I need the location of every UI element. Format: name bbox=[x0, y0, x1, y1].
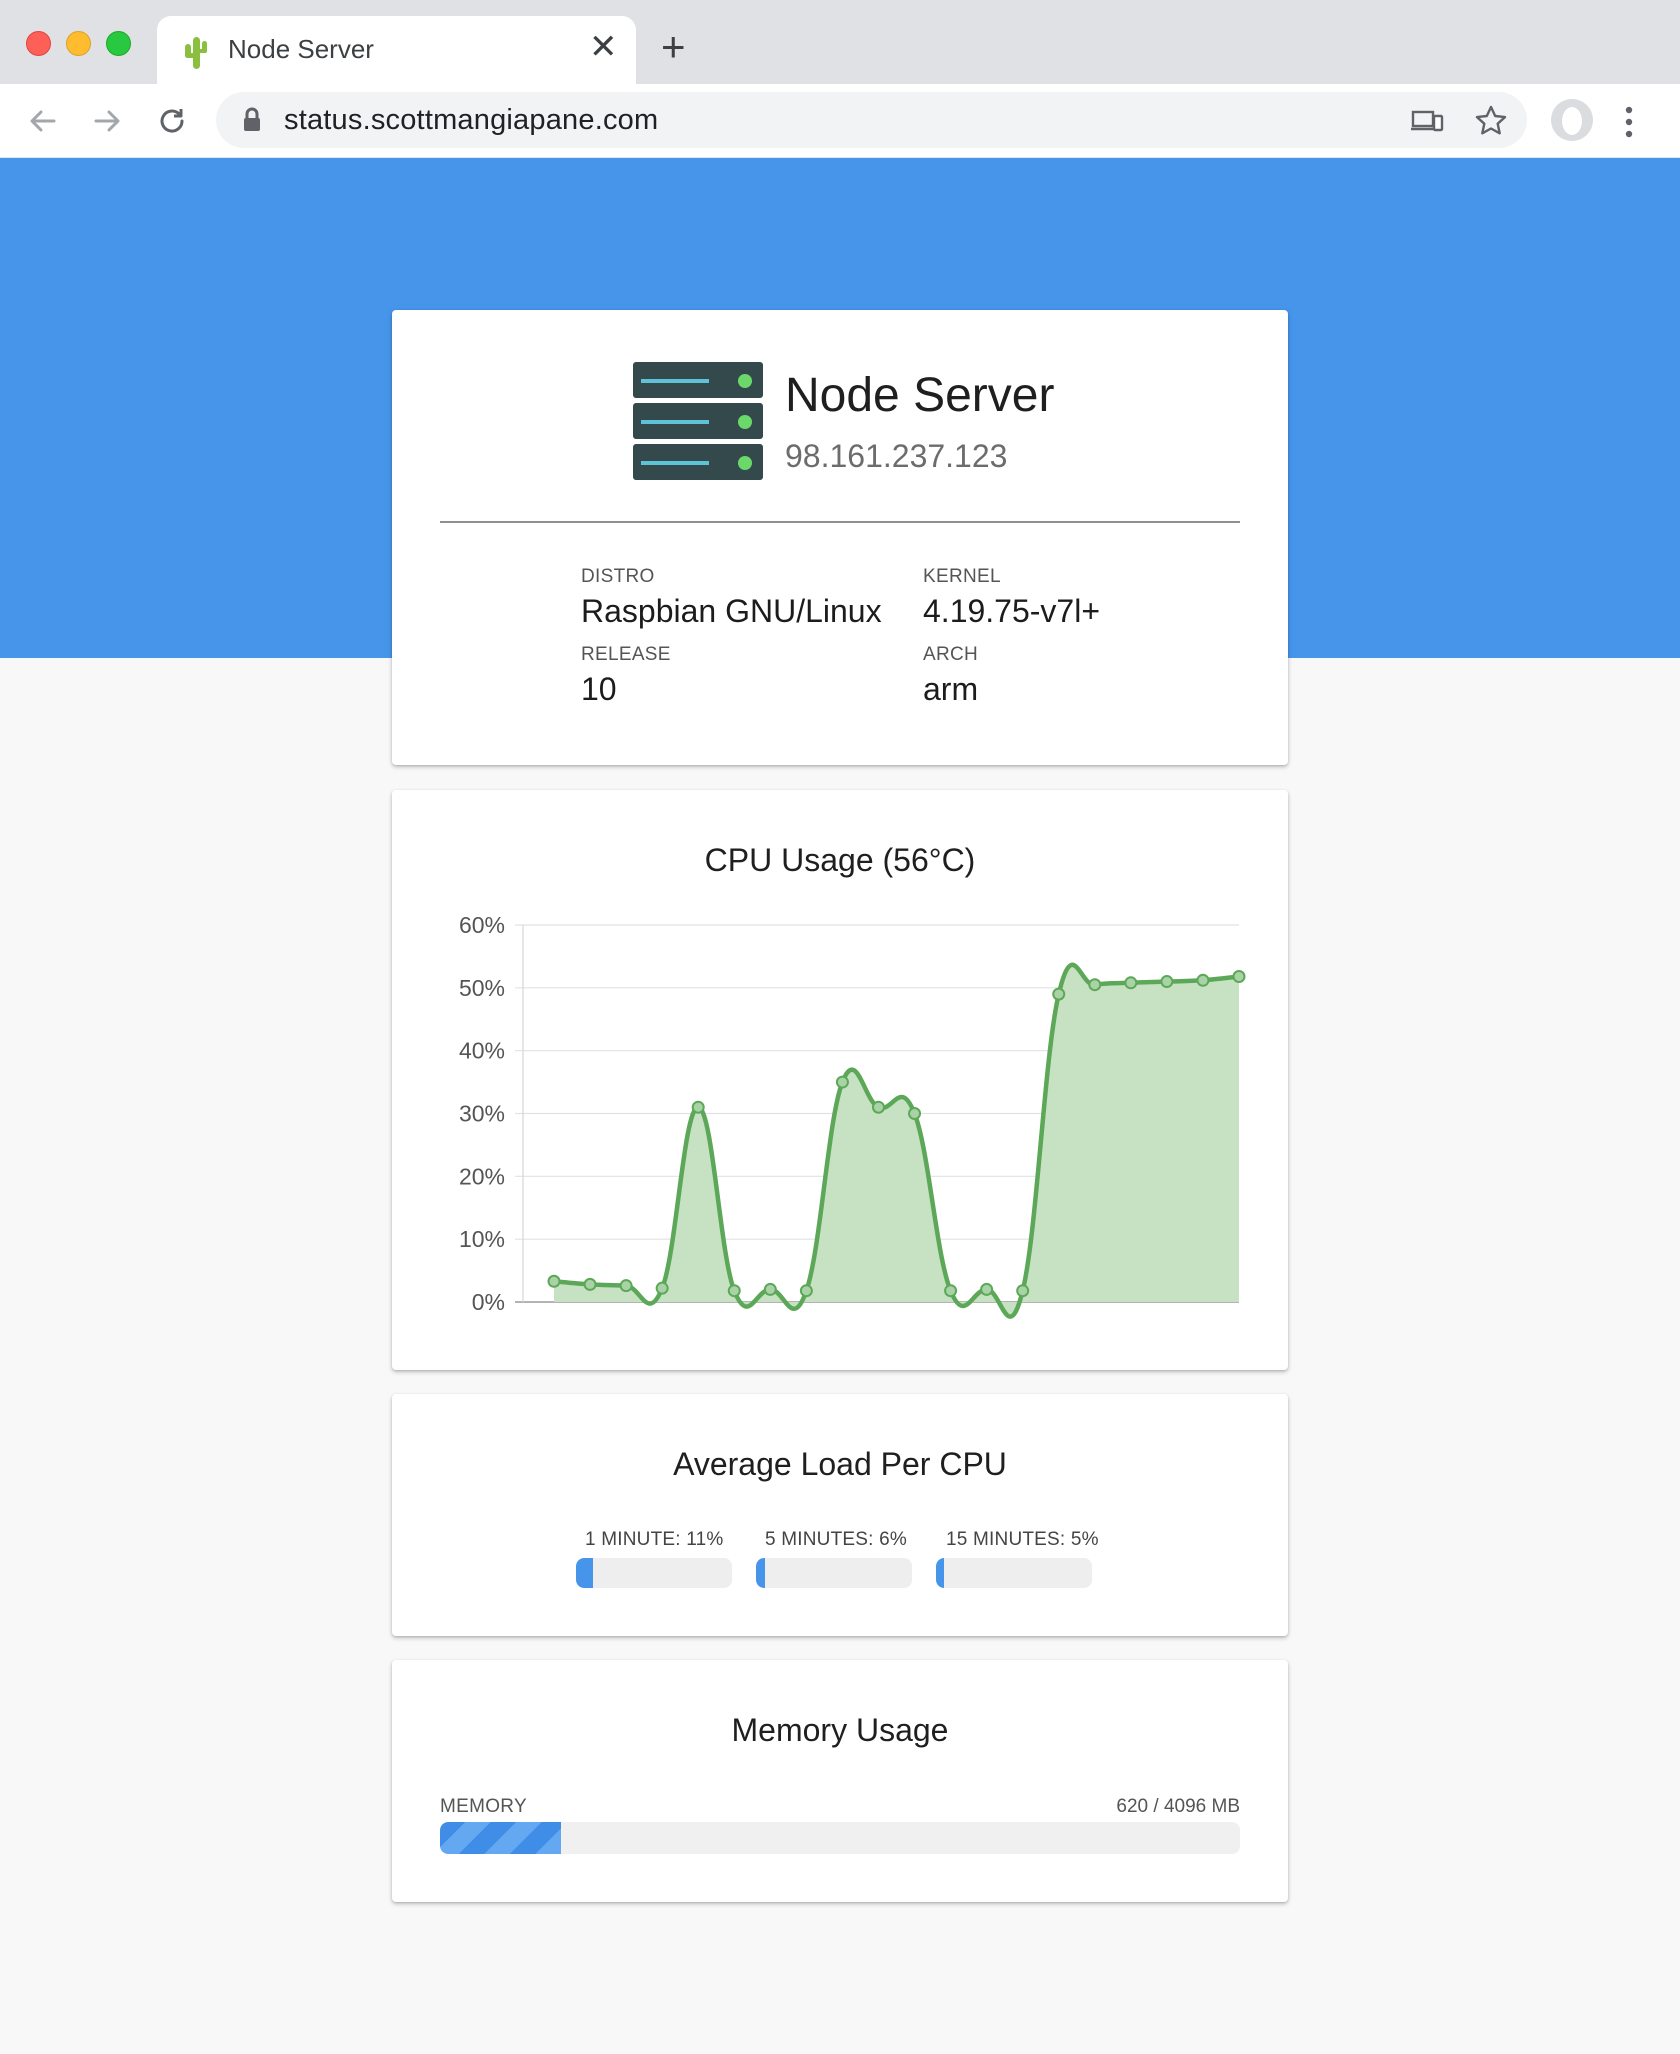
browser-tab[interactable]: Node Server ✕ bbox=[157, 16, 636, 84]
cpu-usage-chart: 0% 10% 20% 30% 40% 50% 60% bbox=[459, 912, 1246, 1319]
arch-value: arm bbox=[923, 671, 979, 707]
cpu-data-point bbox=[1160, 975, 1174, 989]
memory-value: 620 / 4096 MB bbox=[1116, 1796, 1240, 1817]
arch-label: ARCH bbox=[923, 644, 979, 665]
cpu-data-point bbox=[1196, 973, 1210, 987]
release-value: 10 bbox=[581, 671, 617, 707]
browser-tab-bar: Node Server ✕ + bbox=[0, 0, 1680, 84]
browser-toolbar: status.scottmangiapane.com bbox=[0, 84, 1680, 158]
y-tick-label: 60% bbox=[459, 912, 505, 938]
cpu-data-point bbox=[727, 1284, 741, 1298]
cpu-data-point bbox=[1232, 970, 1246, 984]
memory-usage-card: Memory Usage MEMORY 620 / 4096 MB bbox=[392, 1660, 1288, 1902]
load-1min-label: 1 MINUTE: 11% bbox=[585, 1529, 724, 1550]
cpu-data-point bbox=[980, 1282, 994, 1296]
cpu-data-point bbox=[835, 1075, 849, 1089]
distro-value: Raspbian GNU/Linux bbox=[581, 593, 882, 629]
load-15min-label: 15 MINUTES: 5% bbox=[946, 1529, 1099, 1550]
load-1min-fill bbox=[576, 1558, 594, 1588]
average-load-card: Average Load Per CPU 1 MINUTE: 11% 5 MIN… bbox=[392, 1394, 1288, 1636]
cpu-usage-card: CPU Usage (56°C) 0% 10% 20% 30% 40% 50% 60% bbox=[392, 790, 1288, 1370]
distro-label: DISTRO bbox=[581, 566, 655, 587]
window-close-button[interactable] bbox=[26, 31, 51, 56]
cpu-data-point bbox=[799, 1284, 813, 1298]
tab-title: Node Server bbox=[228, 34, 374, 64]
load-1min-bar bbox=[576, 1558, 732, 1588]
cpu-area-fill bbox=[554, 964, 1239, 1317]
back-arrow-icon[interactable] bbox=[24, 102, 62, 140]
close-icon[interactable]: ✕ bbox=[589, 30, 618, 64]
cpu-data-point bbox=[547, 1274, 561, 1288]
y-tick-label: 0% bbox=[472, 1289, 505, 1315]
cpu-data-point bbox=[619, 1279, 633, 1293]
load-15min-fill bbox=[936, 1558, 944, 1588]
reload-icon[interactable] bbox=[153, 102, 191, 140]
cpu-data-point bbox=[583, 1277, 597, 1291]
kernel-label: KERNEL bbox=[923, 566, 1001, 587]
plus-icon[interactable]: + bbox=[661, 26, 686, 68]
address-bar[interactable]: status.scottmangiapane.com bbox=[216, 92, 1527, 148]
kernel-value: 4.19.75-v7l+ bbox=[923, 593, 1101, 629]
load-5min-fill bbox=[756, 1558, 766, 1588]
divider bbox=[440, 521, 1240, 523]
server-name: Node Server bbox=[785, 369, 1055, 422]
window-maximize-button[interactable] bbox=[106, 31, 131, 56]
memory-label: MEMORY bbox=[440, 1796, 527, 1817]
release-label: RELEASE bbox=[581, 644, 671, 665]
cast-devices-icon[interactable] bbox=[1410, 104, 1444, 138]
average-load-title: Average Load Per CPU bbox=[673, 1446, 1007, 1482]
lock-icon bbox=[244, 107, 260, 131]
y-tick-label: 40% bbox=[459, 1038, 505, 1064]
forward-arrow-icon[interactable] bbox=[88, 102, 126, 140]
more-vert-icon[interactable] bbox=[1624, 104, 1634, 140]
load-5min-label: 5 MINUTES: 6% bbox=[765, 1529, 907, 1550]
y-tick-label: 50% bbox=[459, 975, 505, 1001]
cpu-data-point bbox=[908, 1107, 922, 1120]
cpu-data-point bbox=[1124, 976, 1138, 990]
cpu-data-point bbox=[691, 1100, 705, 1114]
window-minimize-button[interactable] bbox=[66, 31, 91, 56]
y-tick-label: 30% bbox=[459, 1101, 505, 1127]
server-rack-icon bbox=[633, 362, 763, 480]
load-5min-bar bbox=[756, 1558, 912, 1588]
person-icon bbox=[1551, 99, 1593, 141]
load-15min-bar bbox=[936, 1558, 1092, 1588]
cpu-data-point bbox=[1052, 987, 1066, 1001]
cpu-data-point bbox=[655, 1281, 669, 1295]
cpu-data-point bbox=[871, 1100, 885, 1114]
cpu-data-point bbox=[1088, 978, 1102, 992]
memory-bar-fill bbox=[440, 1822, 562, 1854]
cactus-icon bbox=[185, 37, 207, 69]
server-ip: 98.161.237.123 bbox=[785, 438, 1008, 474]
cpu-data-point bbox=[944, 1284, 958, 1298]
url-text[interactable]: status.scottmangiapane.com bbox=[284, 104, 658, 137]
y-tick-label: 20% bbox=[459, 1163, 505, 1189]
y-tick-label: 10% bbox=[459, 1226, 505, 1252]
cpu-usage-title: CPU Usage (56°C) bbox=[704, 842, 976, 878]
profile-avatar[interactable] bbox=[1551, 99, 1593, 141]
cpu-data-point bbox=[763, 1282, 777, 1296]
server-info-card: Node Server 98.161.237.123 DISTRO Raspbi… bbox=[392, 310, 1288, 765]
cpu-data-point bbox=[1016, 1284, 1030, 1298]
memory-usage-title: Memory Usage bbox=[731, 1712, 949, 1748]
memory-bar bbox=[440, 1822, 1240, 1854]
star-icon[interactable] bbox=[1474, 104, 1508, 138]
